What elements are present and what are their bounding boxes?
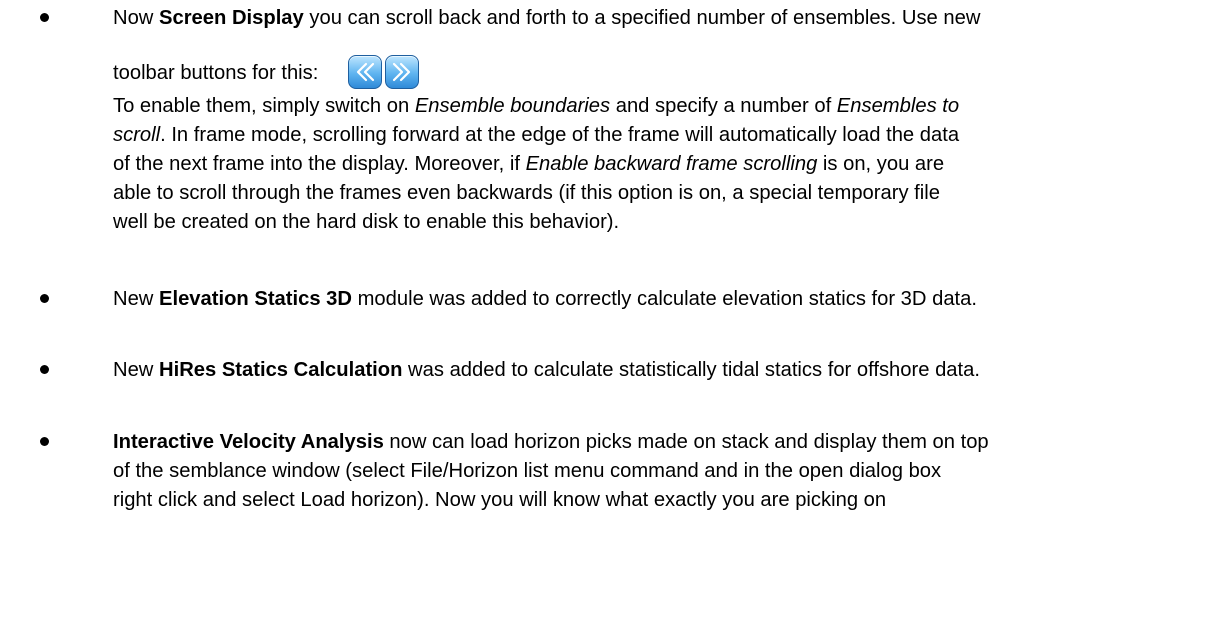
module-name: Interactive Velocity Analysis [113,431,384,453]
text-line: Now Screen Display you can scroll back a… [113,7,981,29]
bullet-marker [40,365,49,374]
scroll-forward-button[interactable] [385,55,419,89]
bullet-marker [40,437,49,446]
module-name: Elevation Statics 3D [159,288,352,310]
text-line: scroll. In frame mode, scrolling forward… [113,124,960,146]
text-line: New HiRes Statics Calculation was added … [113,359,980,381]
module-name: Screen Display [159,7,304,29]
scroll-back-icon [356,62,375,82]
text-line: of the semblance window (select File/Hor… [113,460,942,482]
module-name: HiRes Statics Calculation [159,359,403,381]
text-line: New Elevation Statics 3D module was adde… [113,288,977,310]
bullet-marker [40,13,49,22]
text-line: able to scroll through the frames even b… [113,182,940,204]
scroll-forward-icon [392,62,411,82]
text-line: of the next frame into the display. More… [113,153,945,175]
text-line: right click and select Load horizon). No… [113,489,887,511]
scroll-back-button[interactable] [348,55,382,89]
text-line: Interactive Velocity Analysis now can lo… [113,431,989,453]
text-line: well be created on the hard disk to enab… [113,211,620,233]
bullet-marker [40,294,49,303]
text-line: To enable them, simply switch on Ensembl… [113,95,960,117]
text-line: toolbar buttons for this: [113,62,319,84]
